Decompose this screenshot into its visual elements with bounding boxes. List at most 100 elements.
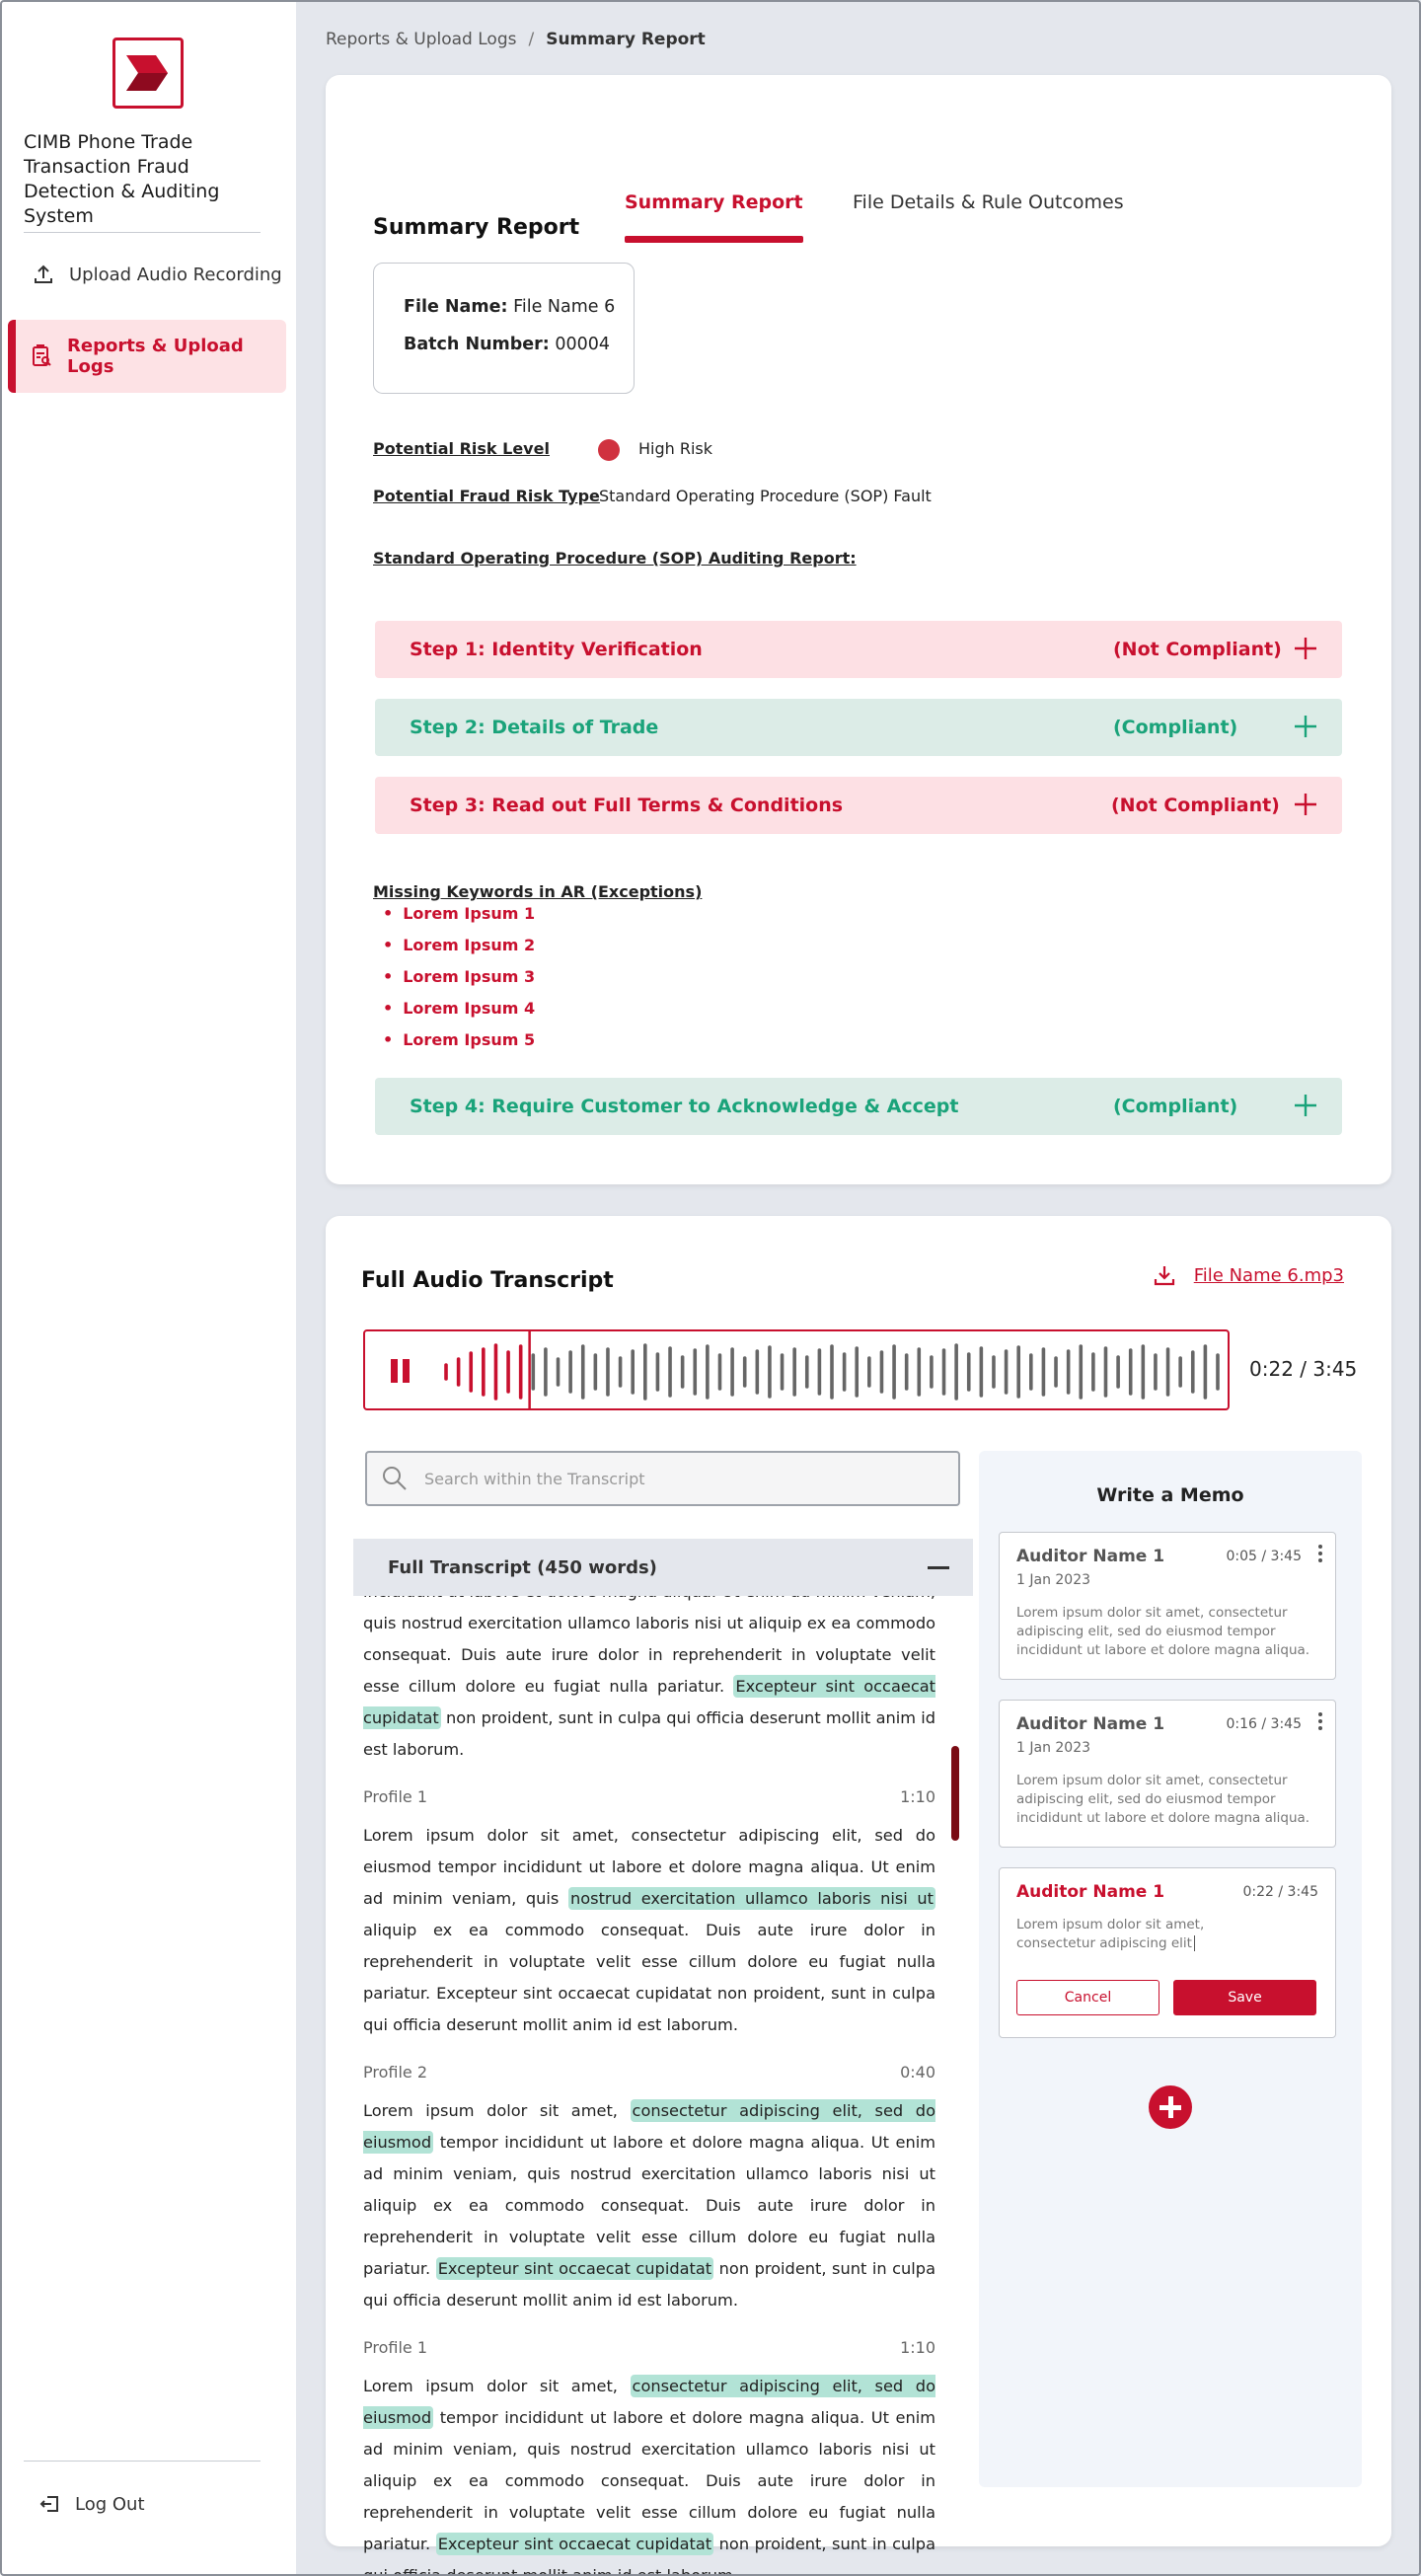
memo-draft-card: Auditor Name 1 0:22 / 3:45 Lorem ipsum d… [999, 1867, 1336, 2038]
transcript-speaker-row: Profile 1 1:10 [363, 1787, 935, 1806]
keyword-highlight: Excepteur sint occaecat cupidatat [435, 2257, 714, 2280]
search-placeholder: Search within the Transcript [424, 1469, 645, 1488]
logout-icon [39, 2496, 58, 2512]
keyword-highlight: Excepteur sint occaecat cupidatat [435, 2533, 714, 2555]
expand-plus-icon[interactable] [1293, 714, 1318, 739]
step-status: (Not Compliant) [1113, 639, 1282, 660]
pause-icon[interactable] [391, 1359, 410, 1383]
step-label: Step 1: Identity Verification [410, 639, 703, 660]
missing-keyword-item: Lorem Ipsum 4 [383, 999, 535, 1018]
step-label: Step 4: Require Customer to Acknowledge … [410, 1096, 959, 1117]
tab-summary-report[interactable]: Summary Report [625, 191, 803, 243]
upload-icon [35, 265, 52, 283]
file-info-box: File Name: File Name 6 Batch Number: 000… [373, 263, 635, 394]
sidebar-item-upload-audio[interactable]: Upload Audio Recording [8, 238, 286, 311]
sidebar-divider [24, 2461, 261, 2462]
logout-button[interactable]: Log Out [8, 2467, 286, 2540]
cancel-button[interactable]: Cancel [1016, 1980, 1159, 2015]
keyword-highlight: nostrud exercitation ullamco laboris nis… [567, 1887, 935, 1910]
audio-time: 0:22 / 3:45 [1249, 1357, 1358, 1381]
report-search-icon [33, 344, 51, 366]
memo-timestamp: 0:22 / 3:45 [1242, 1884, 1319, 1900]
active-tab-indicator [625, 236, 803, 243]
summary-title: Summary Report [373, 215, 580, 240]
risk-indicator-dot [598, 439, 620, 461]
transcript-body: incididunt ut labore et dolore magna ali… [363, 1596, 935, 2576]
step-status: (Compliant) [1113, 717, 1238, 738]
app-title: CIMB Phone Trade Transaction Fraud Detec… [24, 131, 220, 227]
transcript-scrollbar[interactable] [951, 1746, 959, 1841]
file-name-value: File Name 6 [513, 297, 616, 317]
memo-note-card[interactable]: Auditor Name 1 0:05 / 3:45 1 Jan 2023 Lo… [999, 1532, 1336, 1680]
missing-keyword-item: Lorem Ipsum 3 [383, 967, 535, 986]
sidebar-item-label: Reports & Upload Logs [67, 336, 244, 377]
transcript-speaker-row: Profile 2 0:40 [363, 2063, 935, 2082]
memo-date: 1 Jan 2023 [1016, 1572, 1091, 1588]
batch-label: Batch Number: [404, 335, 550, 354]
audio-waveform[interactable] [365, 1331, 1230, 1410]
risk-level-label: Potential Risk Level [373, 439, 550, 458]
breadcrumb-parent-link[interactable]: Reports & Upload Logs [326, 30, 516, 49]
transcript-header-label: Full Transcript (450 words) [388, 1556, 657, 1578]
memo-note-card[interactable]: Auditor Name 1 0:16 / 3:45 1 Jan 2023 Lo… [999, 1700, 1336, 1848]
logout-label: Log Out [75, 2493, 145, 2515]
expand-plus-icon[interactable] [1293, 1093, 1318, 1118]
transcript-paragraph: incididunt ut labore et dolore magna ali… [363, 1596, 935, 1759]
speaker-timestamp[interactable]: 1:10 [900, 1787, 935, 1806]
step-1-accordion[interactable]: Step 1: Identity Verification (Not Compl… [375, 621, 1342, 678]
expand-plus-icon[interactable] [1293, 636, 1318, 661]
sop-report-label: Standard Operating Procedure (SOP) Audit… [373, 549, 857, 568]
memo-panel: Write a Memo Auditor Name 1 0:05 / 3:45 … [979, 1451, 1362, 2487]
tab-label: File Details & Rule Outcomes [853, 191, 1124, 213]
speaker-timestamp[interactable]: 1:10 [900, 2338, 935, 2357]
tab-label: Summary Report [625, 191, 803, 213]
more-options-icon[interactable] [1318, 1545, 1322, 1565]
breadcrumb-current: Summary Report [546, 30, 706, 49]
expand-plus-icon[interactable] [1293, 792, 1318, 817]
memo-text: Lorem ipsum dolor sit amet, consectetur … [1016, 1773, 1310, 1826]
tab-file-details[interactable]: File Details & Rule Outcomes [853, 191, 1124, 243]
transcript-paragraph: Lorem ipsum dolor sit amet, consectetur … [363, 2099, 935, 2310]
transcript-search-input[interactable]: Search within the Transcript [365, 1451, 960, 1506]
summary-card: Summary Report File Details & Rule Outco… [326, 75, 1391, 1184]
speaker-timestamp[interactable]: 0:40 [900, 2063, 935, 2082]
breadcrumb: Reports & Upload Logs / Summary Report [326, 30, 706, 49]
transcript-paragraph: Lorem ipsum dolor sit amet, consectetur … [363, 2375, 935, 2576]
missing-keyword-item: Lorem Ipsum 1 [383, 904, 535, 923]
missing-keywords-title: Missing Keywords in AR (Exceptions) [373, 882, 703, 901]
memo-date: 1 Jan 2023 [1016, 1740, 1091, 1756]
sidebar: CIMB Phone Trade Transaction Fraud Detec… [0, 0, 296, 2576]
step-label: Step 3: Read out Full Terms & Conditions [410, 795, 844, 816]
download-audio-link[interactable]: File Name 6.mp3 [1153, 1263, 1344, 1287]
memo-timestamp[interactable]: 0:16 / 3:45 [1227, 1716, 1303, 1732]
step-3-accordion[interactable]: Step 3: Read out Full Terms & Conditions… [375, 777, 1342, 834]
memo-title: Write a Memo [1096, 1484, 1244, 1506]
audio-transcript-card: Full Audio Transcript File Name 6.mp3 0:… [326, 1216, 1391, 2576]
sidebar-item-reports[interactable]: Reports & Upload Logs [8, 320, 286, 393]
speaker-label: Profile 1 [363, 2338, 428, 2357]
file-name-row: File Name: File Name 6 [404, 297, 634, 317]
fraud-type-label: Potential Fraud Risk Type [373, 487, 600, 505]
download-icon [1154, 1266, 1174, 1286]
step-2-accordion[interactable]: Step 2: Details of Trade (Compliant) [375, 699, 1342, 756]
transcript-speaker-row: Profile 1 1:10 [363, 2338, 935, 2357]
step-status: (Not Compliant) [1111, 795, 1280, 816]
sidebar-divider [24, 232, 261, 233]
more-options-icon[interactable] [1318, 1712, 1322, 1733]
audio-player[interactable] [363, 1329, 1230, 1410]
audio-file-name: File Name 6.mp3 [1193, 1264, 1344, 1286]
batch-value: 00004 [555, 335, 611, 354]
fraud-type-value: Standard Operating Procedure (SOP) Fault [599, 487, 932, 505]
cimb-logo [112, 38, 184, 109]
search-icon [383, 1467, 407, 1490]
memo-timestamp[interactable]: 0:05 / 3:45 [1227, 1549, 1303, 1564]
add-memo-plus-icon[interactable] [1149, 2085, 1192, 2129]
memo-draft-input[interactable]: Lorem ipsum dolor sit amet, consectetur … [1016, 1916, 1253, 1953]
collapse-minus-icon[interactable] [928, 1566, 949, 1569]
breadcrumb-separator: / [528, 30, 535, 49]
audio-title: Full Audio Transcript [361, 1268, 614, 1293]
transcript-accordion-header[interactable]: Full Transcript (450 words) [353, 1539, 973, 1596]
save-button[interactable]: Save [1173, 1980, 1316, 2015]
step-4-accordion[interactable]: Step 4: Require Customer to Acknowledge … [375, 1078, 1342, 1135]
sidebar-item-label: Upload Audio Recording [69, 264, 282, 285]
